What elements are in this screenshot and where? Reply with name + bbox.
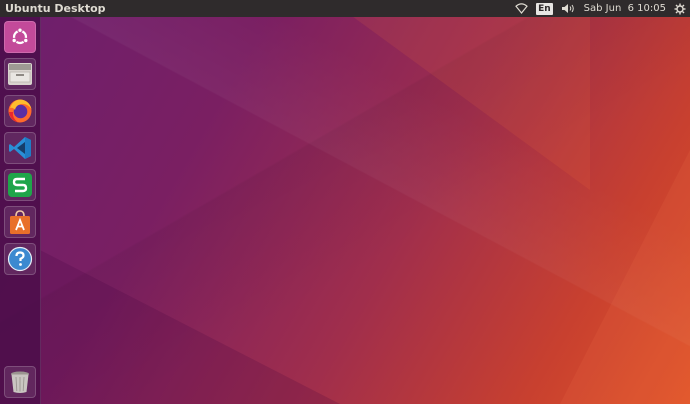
launcher-vscode[interactable] bbox=[4, 132, 36, 164]
firefox-icon bbox=[7, 98, 33, 124]
spreadsheet-s-icon bbox=[7, 172, 33, 198]
launcher-spreadsheet[interactable] bbox=[4, 169, 36, 201]
help-question-icon bbox=[7, 246, 33, 272]
launcher-firefox[interactable] bbox=[4, 95, 36, 127]
indicator-area: En Sab Jun 6 10:05 bbox=[507, 0, 690, 17]
launcher bbox=[0, 17, 41, 404]
launcher-help[interactable] bbox=[4, 243, 36, 275]
volume-icon[interactable] bbox=[561, 0, 576, 17]
gear-icon[interactable] bbox=[674, 0, 686, 17]
wallpaper-facet bbox=[40, 250, 340, 404]
top-panel: Ubuntu Desktop En Sab Jun 6 10:05 bbox=[0, 0, 690, 17]
file-cabinet-icon bbox=[7, 62, 33, 86]
launcher-ubuntu-dash[interactable] bbox=[4, 21, 36, 53]
launcher-software-center[interactable] bbox=[4, 206, 36, 238]
clock[interactable]: Sab Jun 6 10:05 bbox=[584, 0, 666, 17]
keyboard-layout-indicator[interactable]: En bbox=[536, 0, 553, 17]
vscode-icon bbox=[8, 136, 32, 160]
language-label: En bbox=[536, 2, 553, 15]
wallpaper-facet bbox=[330, 0, 590, 190]
wallpaper-facet bbox=[560, 150, 690, 404]
shopping-bag-a-icon bbox=[8, 209, 32, 235]
launcher-trash[interactable] bbox=[4, 366, 36, 398]
desktop-wallpaper bbox=[0, 0, 690, 404]
trash-icon bbox=[9, 370, 31, 394]
launcher-files[interactable] bbox=[4, 58, 36, 90]
ubuntu-logo-icon bbox=[9, 26, 31, 48]
window-title: Ubuntu Desktop bbox=[5, 2, 106, 15]
wifi-icon[interactable] bbox=[515, 0, 528, 17]
